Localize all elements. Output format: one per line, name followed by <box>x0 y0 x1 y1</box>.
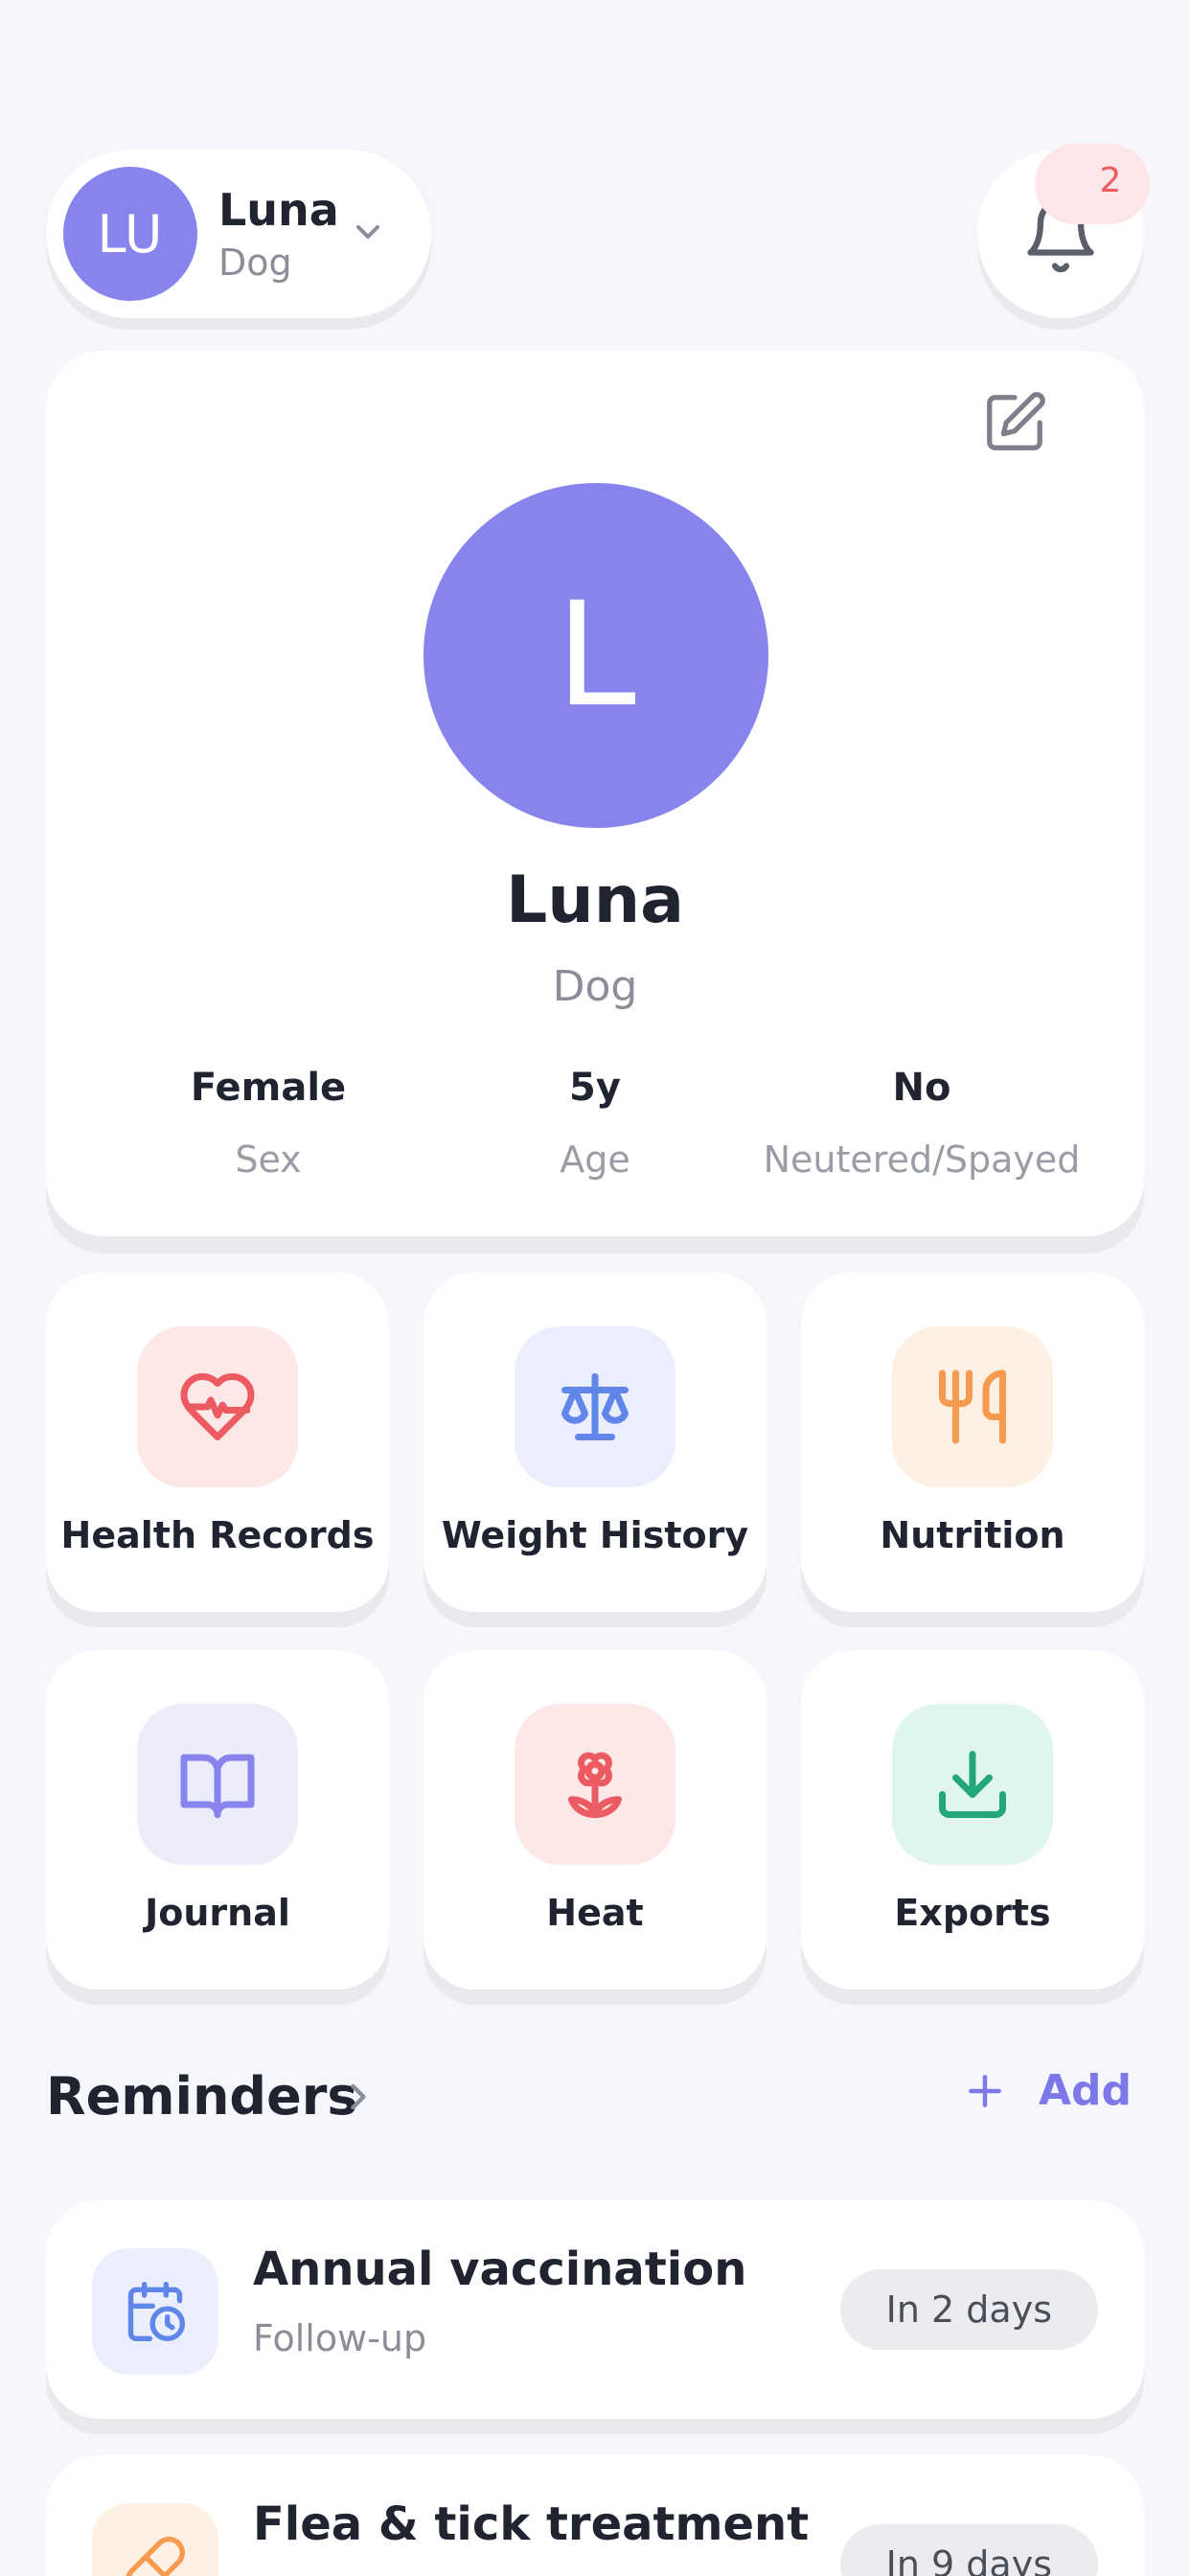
pill-icon <box>92 2503 218 2576</box>
stat-neutered: No Neutered/Spayed <box>749 1066 1094 1181</box>
plus-icon <box>969 2074 1001 2107</box>
stat-value: Female <box>190 1066 347 1110</box>
stat-value: No <box>892 1066 951 1110</box>
pet-selector-name: Luna <box>218 184 339 236</box>
add-reminder-label: Add <box>1039 2066 1133 2115</box>
tile-journal[interactable]: Journal <box>46 1650 389 1990</box>
tile-label: Nutrition <box>880 1514 1065 1556</box>
reminder-subtitle: Follow-up <box>253 2317 427 2359</box>
stat-sex: Female Sex <box>96 1066 441 1181</box>
flower-icon <box>515 1704 675 1865</box>
tile-exports[interactable]: Exports <box>801 1650 1144 1990</box>
chevron-right-icon[interactable] <box>337 2076 379 2118</box>
tile-label: Exports <box>894 1892 1051 1934</box>
calendar-clock-icon <box>92 2248 218 2375</box>
pet-profile-name: Luna <box>505 862 685 938</box>
notification-badge: 2 <box>1035 144 1150 224</box>
reminders-title[interactable]: Reminders <box>46 2066 357 2127</box>
reminder-item[interactable]: Flea & tick treatment In 9 days <box>46 2455 1144 2576</box>
reminder-item[interactable]: Annual vaccination Follow-up In 2 days <box>46 2200 1144 2419</box>
book-icon <box>137 1704 298 1865</box>
reminder-due-chip: In 9 days <box>839 2524 1098 2576</box>
reminder-due-chip: In 2 days <box>839 2269 1098 2350</box>
tile-label: Health Records <box>60 1514 375 1556</box>
reminder-name: Annual vaccination <box>253 2242 747 2296</box>
utensils-icon <box>892 1326 1053 1487</box>
stat-label: Neutered/Spayed <box>763 1138 1081 1181</box>
tile-label: Weight History <box>441 1514 749 1556</box>
pet-selector[interactable]: LU Luna Dog <box>46 150 431 318</box>
stat-label: Sex <box>235 1138 302 1181</box>
pet-profile-species: Dog <box>552 962 638 1011</box>
tile-label: Journal <box>145 1892 290 1934</box>
stat-age: 5y Age <box>423 1066 767 1181</box>
scale-icon <box>515 1326 675 1487</box>
stat-value: 5y <box>569 1066 621 1110</box>
tile-heat[interactable]: Heat <box>423 1650 767 1990</box>
download-icon <box>892 1704 1053 1865</box>
pet-selector-species: Dog <box>218 242 292 284</box>
chevron-down-icon <box>356 225 379 239</box>
pet-profile-avatar: L <box>423 483 768 828</box>
heart-pulse-icon <box>137 1326 298 1487</box>
tile-health-records[interactable]: Health Records <box>46 1273 389 1612</box>
edit-icon[interactable] <box>981 389 1048 456</box>
add-reminder-button[interactable]: Add <box>964 2066 1132 2115</box>
tile-label: Heat <box>546 1892 644 1934</box>
reminder-name: Flea & tick treatment <box>253 2497 810 2551</box>
tile-weight-history[interactable]: Weight History <box>423 1273 767 1612</box>
pet-avatar: LU <box>63 167 197 301</box>
tile-nutrition[interactable]: Nutrition <box>801 1273 1144 1612</box>
stat-label: Age <box>560 1138 630 1181</box>
